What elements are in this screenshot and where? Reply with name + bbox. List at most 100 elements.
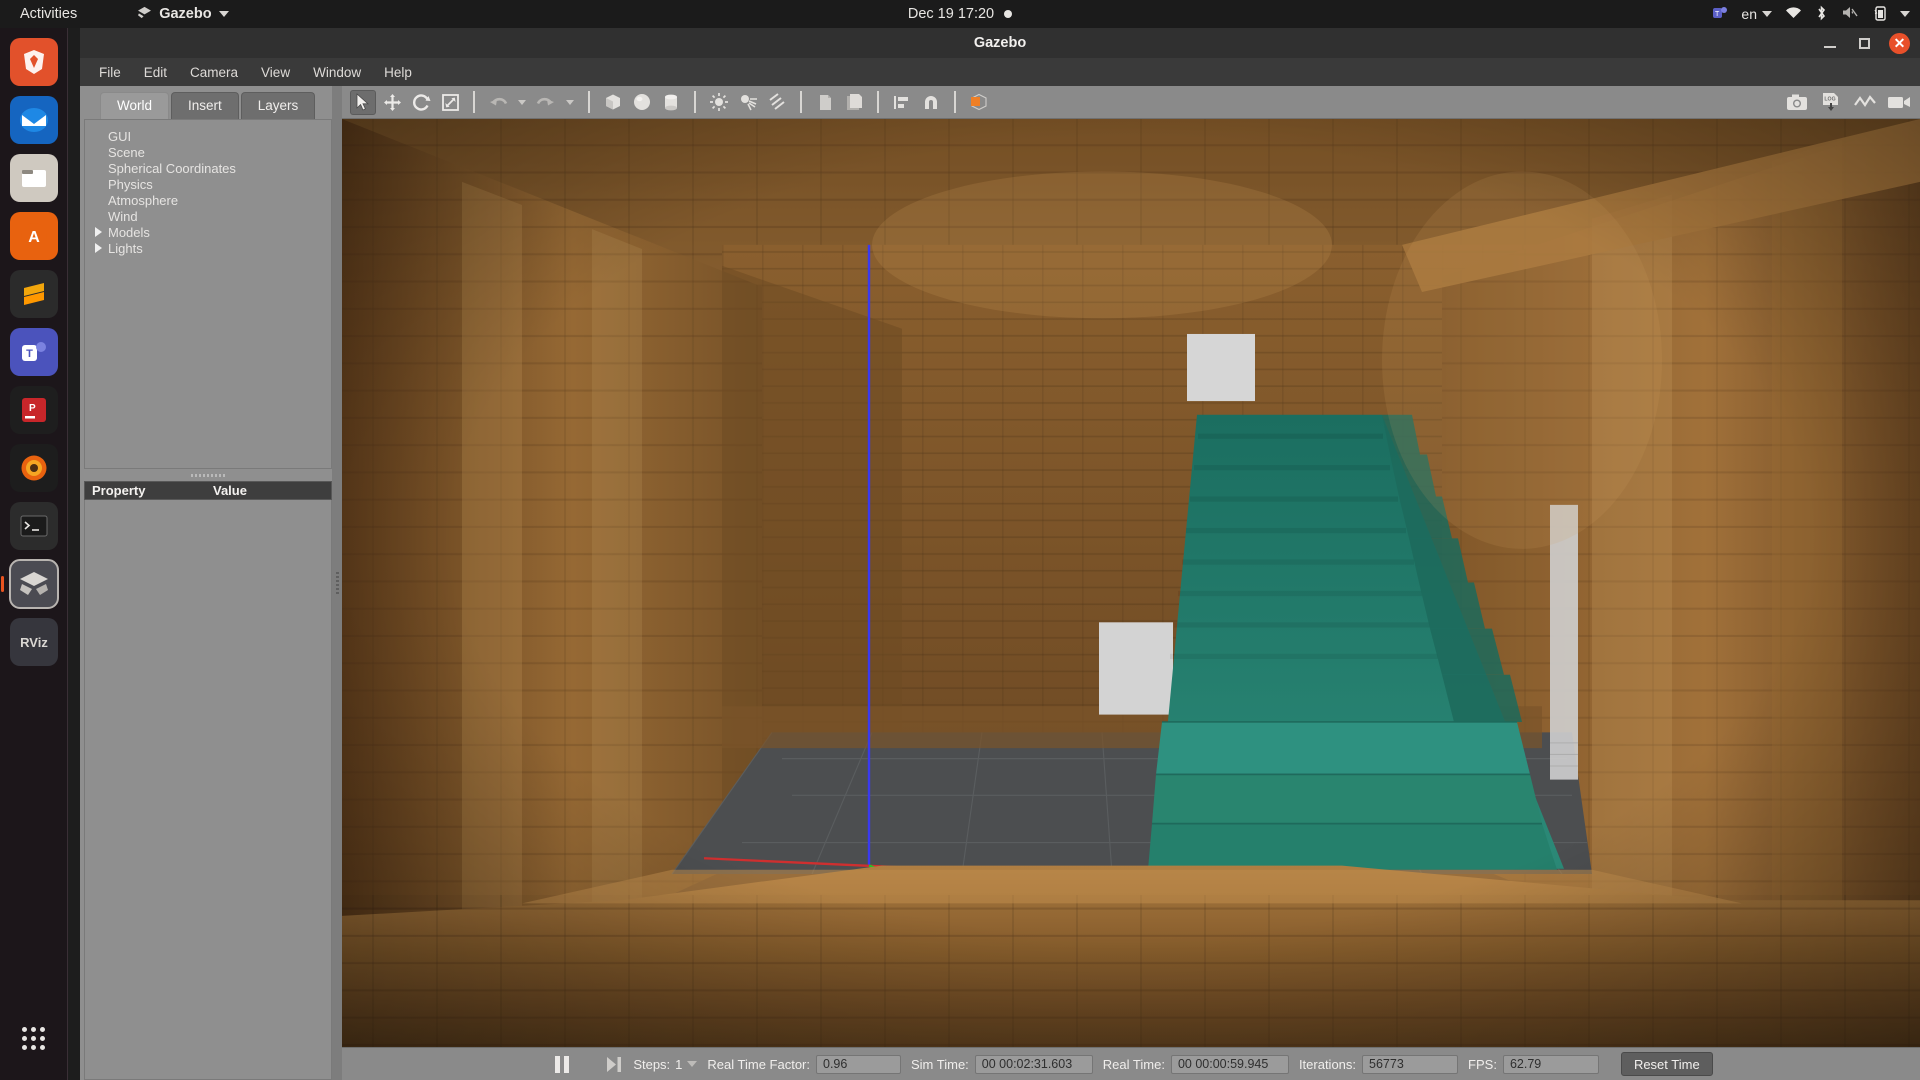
- vertical-splitter[interactable]: [332, 86, 342, 1080]
- dock-item-terminal[interactable]: [9, 502, 58, 550]
- select-mode-button[interactable]: [350, 89, 376, 115]
- svg-text:RViz: RViz: [20, 635, 48, 650]
- clock-menu[interactable]: Dec 19 17:20: [840, 6, 1080, 22]
- directional-light-button[interactable]: [764, 90, 790, 115]
- svg-text:LOG: LOG: [1824, 97, 1835, 103]
- dock-item-files[interactable]: [9, 154, 58, 202]
- tree-item-lights[interactable]: Lights: [85, 240, 331, 256]
- snap-button[interactable]: [918, 90, 944, 115]
- video-record-button[interactable]: [1886, 90, 1912, 115]
- menu-edit[interactable]: Edit: [135, 62, 176, 83]
- align-button[interactable]: [889, 90, 915, 115]
- maximize-button[interactable]: [1855, 34, 1873, 52]
- point-light-button[interactable]: [706, 90, 732, 115]
- dock-item-rviz[interactable]: RViz: [9, 618, 58, 666]
- dock-item-brave-browser[interactable]: [9, 38, 58, 86]
- dock-item-sublime-text[interactable]: [9, 270, 58, 318]
- tree-item-wind[interactable]: Wind: [85, 208, 331, 224]
- toolbar-separator: [954, 91, 956, 113]
- real-time-value: 00 00:00:59.945: [1170, 1054, 1289, 1074]
- menu-help[interactable]: Help: [375, 62, 421, 83]
- dock-item-thunderbird-mail[interactable]: [9, 96, 58, 144]
- dock-item-microsoft-teams[interactable]: T: [9, 328, 58, 376]
- tree-item-label: Models: [108, 224, 150, 240]
- menu-view[interactable]: View: [252, 62, 299, 83]
- window-title: Gazebo: [973, 35, 1027, 51]
- app-grid-icon: [22, 1026, 45, 1050]
- dock-item-ubuntu-software[interactable]: A: [9, 212, 58, 260]
- tab-insert[interactable]: Insert: [171, 92, 239, 119]
- volume-muted-icon[interactable]: [1841, 5, 1859, 23]
- panel-splitter-handle[interactable]: [84, 469, 332, 481]
- activities-button[interactable]: Activities: [12, 4, 85, 24]
- insert-cylinder-button[interactable]: [658, 90, 684, 115]
- svg-text:T: T: [26, 348, 33, 360]
- bluetooth-icon[interactable]: [1815, 5, 1828, 24]
- window-body: World Insert Layers GUI Scene Spherical …: [80, 86, 1920, 1080]
- tree-item-label: GUI: [108, 128, 132, 144]
- menu-file[interactable]: File: [90, 62, 130, 83]
- steps-label: Steps:: [633, 1056, 671, 1072]
- show-applications-button[interactable]: [10, 1014, 58, 1062]
- fps-value: 62.79: [1502, 1054, 1599, 1074]
- dock-item-gazebo[interactable]: [0, 559, 59, 609]
- tree-item-physics[interactable]: Physics: [85, 176, 331, 192]
- translate-mode-button[interactable]: [379, 90, 405, 115]
- menu-bar: File Edit Camera View Window Help: [80, 58, 1920, 86]
- undo-button[interactable]: [485, 90, 511, 115]
- world-tree[interactable]: GUI Scene Spherical Coordinates Physics: [84, 119, 332, 469]
- tree-item-scene[interactable]: Scene: [85, 144, 331, 160]
- tree-item-gui[interactable]: GUI: [85, 128, 331, 144]
- insert-box-button[interactable]: [600, 90, 626, 115]
- scale-mode-button[interactable]: [437, 90, 463, 115]
- gnome-top-bar: Activities Gazebo Dec 19 17:20 T en: [0, 0, 1920, 28]
- battery-icon[interactable]: [1872, 5, 1887, 24]
- tree-item-label: Physics: [108, 176, 153, 192]
- 3d-viewport[interactable]: [342, 119, 1920, 1047]
- tab-layers[interactable]: Layers: [240, 92, 316, 119]
- toolbar-separator: [800, 91, 802, 113]
- chevron-right-icon[interactable]: [95, 243, 102, 253]
- toolbar-separator: [473, 91, 475, 113]
- tree-item-atmosphere[interactable]: Atmosphere: [85, 192, 331, 208]
- tree-item-label: Scene: [108, 144, 145, 160]
- system-menu-caret-icon[interactable]: [1900, 11, 1910, 17]
- tree-item-label: Spherical Coordinates: [108, 160, 236, 176]
- menu-camera[interactable]: Camera: [181, 62, 247, 83]
- close-button[interactable]: ✕: [1889, 32, 1910, 54]
- steps-control[interactable]: Steps: 1: [633, 1056, 698, 1072]
- dock-item-pycharm[interactable]: P: [9, 386, 58, 434]
- screenshot-button[interactable]: [1784, 90, 1810, 115]
- app-menu-button[interactable]: Gazebo: [137, 6, 229, 23]
- wifi-icon[interactable]: [1785, 6, 1802, 23]
- scene-render: [342, 119, 1920, 1047]
- paste-button[interactable]: [841, 90, 867, 115]
- steps-value: 1: [675, 1056, 683, 1072]
- log-record-button[interactable]: LOG: [1818, 90, 1844, 115]
- steps-caret-icon[interactable]: [687, 1061, 698, 1067]
- change-view-button[interactable]: [966, 90, 992, 115]
- dock-item-firefox[interactable]: [9, 444, 58, 492]
- teams-tray-icon[interactable]: T: [1712, 5, 1728, 24]
- redo-button[interactable]: [533, 90, 559, 115]
- plot-button[interactable]: [1852, 90, 1878, 115]
- undo-dropdown-caret-icon[interactable]: [518, 99, 526, 105]
- spot-light-button[interactable]: [735, 90, 761, 115]
- insert-sphere-button[interactable]: [629, 90, 655, 115]
- window-controls: ✕: [1821, 28, 1910, 58]
- step-forward-button[interactable]: [601, 1052, 627, 1076]
- redo-dropdown-caret-icon[interactable]: [566, 99, 574, 105]
- tab-world[interactable]: World: [100, 92, 170, 119]
- language-indicator[interactable]: en: [1741, 6, 1772, 22]
- pause-button[interactable]: [549, 1052, 575, 1076]
- tree-item-spherical-coordinates[interactable]: Spherical Coordinates: [85, 160, 331, 176]
- copy-button[interactable]: [812, 90, 838, 115]
- rotate-mode-button[interactable]: [408, 90, 434, 115]
- svg-text:P: P: [29, 403, 36, 414]
- reset-time-button[interactable]: Reset Time: [1620, 1052, 1713, 1076]
- pause-icon: [555, 1055, 570, 1073]
- tree-item-models[interactable]: Models: [85, 224, 331, 240]
- chevron-right-icon[interactable]: [95, 227, 102, 237]
- menu-window[interactable]: Window: [304, 62, 370, 83]
- minimize-button[interactable]: [1821, 34, 1839, 52]
